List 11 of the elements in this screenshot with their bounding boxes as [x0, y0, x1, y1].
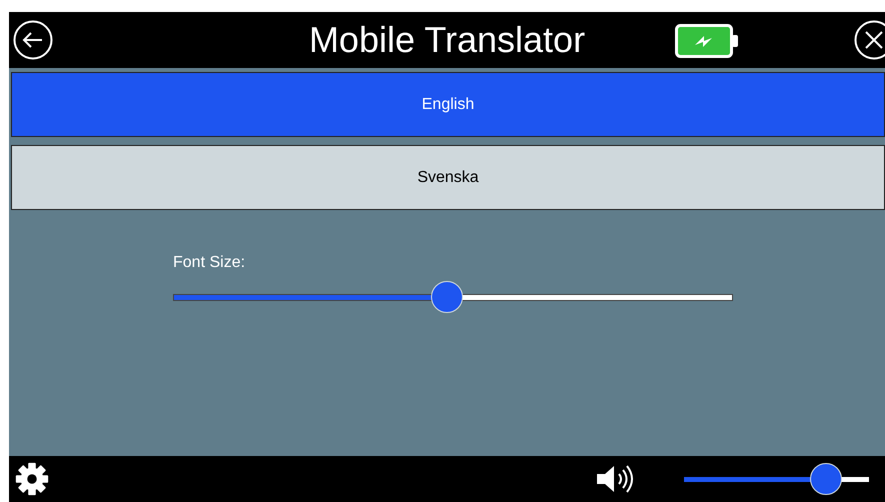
font-size-label: Font Size: [173, 254, 246, 272]
language-button[interactable]: Svenska [11, 145, 885, 210]
settings-icon[interactable] [13, 460, 51, 498]
language-button[interactable]: English [11, 72, 885, 137]
app-title: Mobile Translator [308, 19, 586, 61]
speaker-icon[interactable] [595, 463, 635, 495]
battery-charging-icon [675, 24, 739, 58]
volume-thumb[interactable] [810, 463, 842, 495]
close-icon[interactable] [854, 20, 885, 60]
slider-thumb[interactable] [431, 281, 464, 313]
back-icon[interactable] [13, 20, 53, 60]
